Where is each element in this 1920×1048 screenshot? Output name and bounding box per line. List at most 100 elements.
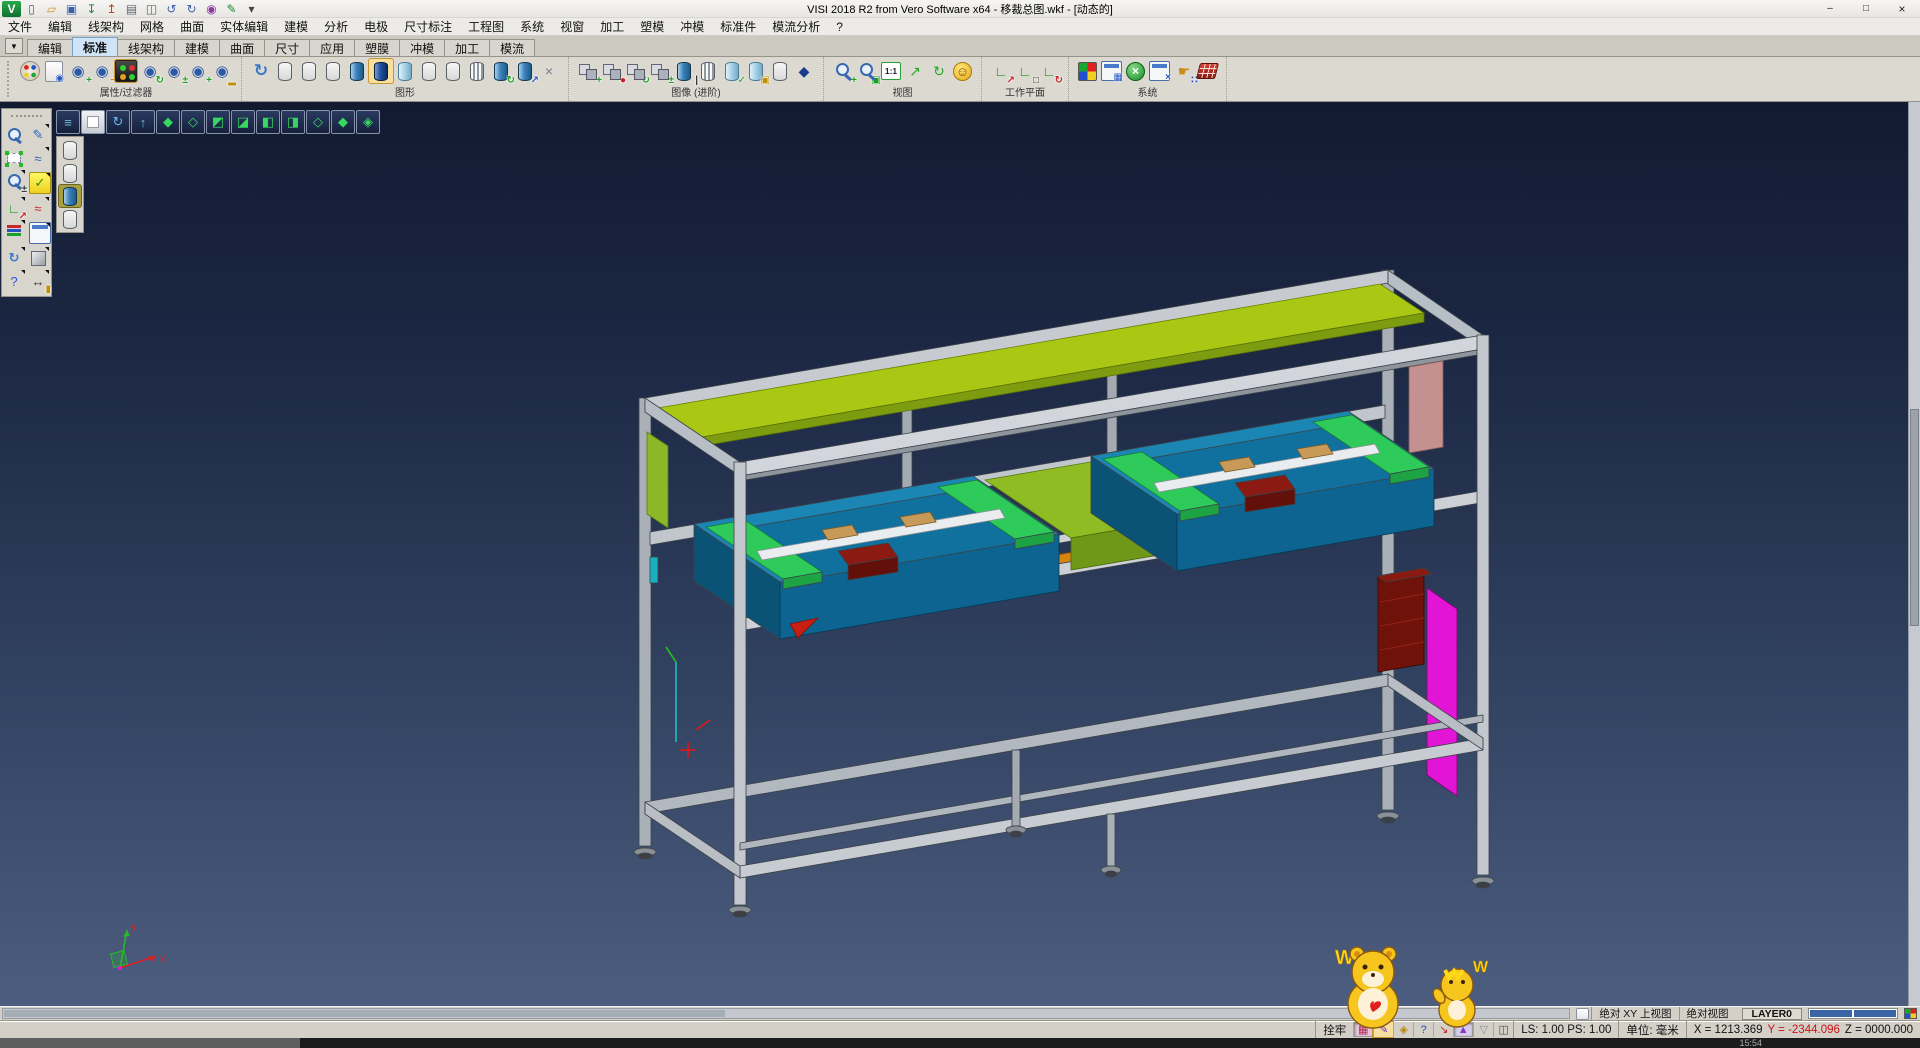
- redraw-icon[interactable]: ↻: [249, 59, 273, 83]
- tab-dimension[interactable]: 尺寸: [264, 39, 310, 56]
- viewport-3d[interactable]: x y ✎≈±✓∟↗≈↻?↔▮ ≡↻↑◆◇◩◪◧◨◇◆◈: [0, 102, 1920, 1006]
- view-iso-se-icon[interactable]: ◆: [331, 110, 355, 134]
- keypad-icon[interactable]: [1196, 63, 1219, 79]
- menu-item-16[interactable]: 标准件: [712, 18, 764, 35]
- check-cyl-icon[interactable]: ✓: [720, 59, 744, 83]
- menu-item-5[interactable]: 实体编辑: [212, 18, 276, 35]
- menu-item-14[interactable]: 塑模: [632, 18, 672, 35]
- import-icon[interactable]: ↧: [82, 1, 101, 17]
- render-shaded-icon[interactable]: [59, 185, 81, 207]
- regen-icon[interactable]: ↻: [3, 247, 25, 269]
- rotate-view-icon[interactable]: ↻: [927, 59, 951, 83]
- menu-item-10[interactable]: 工程图: [460, 18, 512, 35]
- view-left-icon[interactable]: ◧: [256, 110, 280, 134]
- render-wireframe-icon[interactable]: [59, 139, 81, 161]
- zoom-solid-icon[interactable]: ±: [3, 170, 25, 192]
- save-file-icon[interactable]: ▣: [62, 1, 81, 17]
- menu-item-12[interactable]: 视窗: [552, 18, 592, 35]
- wireframe-icon[interactable]: [273, 59, 297, 83]
- system-globe-icon[interactable]: ×: [1126, 62, 1145, 81]
- filter-traffic-icon[interactable]: [115, 60, 137, 82]
- edit-icon[interactable]: ✎: [222, 1, 241, 17]
- absolute-view-toggle[interactable]: 绝对视图: [1679, 1007, 1736, 1020]
- hide-all-icon[interactable]: ◉▂: [210, 59, 234, 83]
- menu-item-3[interactable]: 网格: [132, 18, 172, 35]
- shade-cube-icon[interactable]: [27, 247, 49, 269]
- 3d-model-canvas[interactable]: x y: [0, 102, 1920, 1006]
- visi-logo[interactable]: V: [2, 1, 21, 17]
- select-window-icon[interactable]: [3, 147, 25, 169]
- view-top-icon[interactable]: ◆: [156, 110, 180, 134]
- adv-add-icon[interactable]: +: [576, 59, 600, 83]
- view-iso-icon[interactable]: ◇: [181, 110, 205, 134]
- display-config-icon[interactable]: ▦: [1101, 61, 1122, 81]
- attributes-palette-icon[interactable]: [20, 61, 40, 81]
- transparent-icon[interactable]: [393, 59, 417, 83]
- workplane-face-icon[interactable]: ∟□: [1013, 59, 1037, 83]
- badge-cyl-icon[interactable]: ▣: [744, 59, 768, 83]
- menu-item-1[interactable]: 编辑: [40, 18, 80, 35]
- help-what-icon[interactable]: ?: [3, 270, 25, 292]
- vertical-scrollbar[interactable]: [1908, 102, 1920, 1006]
- hide-remove-icon[interactable]: ◉−: [90, 59, 114, 83]
- export-icon[interactable]: ↥: [102, 1, 121, 17]
- zoom-select-icon[interactable]: [3, 124, 25, 146]
- refresh-filter-icon[interactable]: ◉↻: [138, 59, 162, 83]
- palette-icon[interactable]: ◉: [202, 1, 221, 17]
- horizontal-scrollbar-thumb[interactable]: [4, 1010, 725, 1017]
- show-add-icon[interactable]: ◉+: [66, 59, 90, 83]
- minimize-button[interactable]: –: [1812, 0, 1848, 17]
- hidden-line-icon[interactable]: [297, 59, 321, 83]
- units-readout[interactable]: 单位: 毫米: [1618, 1021, 1685, 1038]
- copy-view-icon[interactable]: ◫: [142, 1, 161, 17]
- viewport-layout-icon[interactable]: [81, 110, 105, 134]
- edit-erase-icon[interactable]: ✎: [27, 124, 49, 146]
- zoom-1-1-icon[interactable]: 1:1: [881, 62, 901, 80]
- shaded-icon[interactable]: [345, 59, 369, 83]
- solid-view-icon[interactable]: ◆: [792, 59, 816, 83]
- menu-item-17[interactable]: 模流分析: [764, 18, 828, 35]
- axis-view-icon[interactable]: ↑: [131, 110, 155, 134]
- adv-refresh-icon[interactable]: ↻: [624, 59, 648, 83]
- section-icon[interactable]: [441, 59, 465, 83]
- viewport-menu-icon[interactable]: ≡: [56, 110, 80, 134]
- new-file-icon[interactable]: ▯: [22, 1, 41, 17]
- tab-surface[interactable]: 曲面: [219, 39, 265, 56]
- workplane-rotate-icon[interactable]: ∟↻: [1037, 59, 1061, 83]
- toolbar-options-icon[interactable]: ▾: [242, 1, 261, 17]
- absolute-xy-view-toggle[interactable]: 绝对 XY 上视图: [1591, 1007, 1678, 1020]
- maximize-button[interactable]: □: [1848, 0, 1884, 17]
- pan-view-icon[interactable]: ↗: [903, 59, 927, 83]
- close-button[interactable]: ×: [1884, 0, 1920, 17]
- tab-edit[interactable]: 编辑: [27, 39, 73, 56]
- view-back-icon[interactable]: ◪: [231, 110, 255, 134]
- tab-dropdown-button[interactable]: ▼: [5, 38, 23, 54]
- dynamic-eye-icon[interactable]: ☺: [953, 62, 972, 81]
- render-options-icon[interactable]: ↗: [513, 59, 537, 83]
- render-tools-icon[interactable]: ×: [537, 59, 561, 83]
- render-hidden-icon[interactable]: [59, 162, 81, 184]
- menu-item-0[interactable]: 文件: [0, 18, 40, 35]
- view-bottom-icon[interactable]: ◇: [306, 110, 330, 134]
- wire-cyl-icon[interactable]: [768, 59, 792, 83]
- menu-item-13[interactable]: 加工: [592, 18, 632, 35]
- colors-grid-icon[interactable]: [1078, 62, 1097, 81]
- redo-icon[interactable]: ↻: [182, 1, 201, 17]
- hatch-cyl-icon[interactable]: [696, 59, 720, 83]
- menu-item-7[interactable]: 分析: [316, 18, 356, 35]
- views-window-icon[interactable]: [29, 222, 51, 244]
- vertical-scrollbar-thumb[interactable]: [1910, 409, 1919, 626]
- hatch-render-icon[interactable]: [465, 59, 489, 83]
- adv-filter-icon[interactable]: ●: [600, 59, 624, 83]
- menu-item-2[interactable]: 线架构: [80, 18, 132, 35]
- filter-page-icon[interactable]: ◉: [45, 61, 63, 82]
- menu-item-4[interactable]: 曲面: [172, 18, 212, 35]
- render-refresh-icon[interactable]: ↻: [489, 59, 513, 83]
- attributes-books-icon[interactable]: [3, 220, 25, 242]
- window-config-icon[interactable]: ×: [1149, 61, 1170, 81]
- render-ghost-icon[interactable]: [59, 208, 81, 230]
- tab-application[interactable]: 应用: [309, 39, 355, 56]
- menu-item-18[interactable]: ?: [828, 18, 851, 35]
- tab-machining[interactable]: 加工: [444, 39, 490, 56]
- active-layer[interactable]: LAYER0: [1742, 1008, 1802, 1020]
